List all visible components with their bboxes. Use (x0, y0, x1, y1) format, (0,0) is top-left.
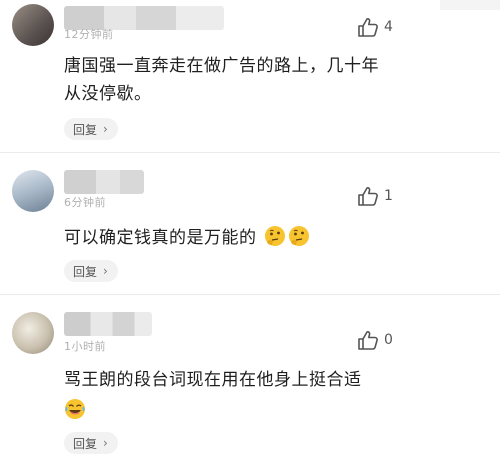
chevron-right-icon: › (103, 122, 108, 136)
comment-text: 可以确定钱真的是万能的 (64, 224, 464, 252)
comment-text: 唐国强一直奔走在做广告的路上，几十年从没停歇。 (64, 56, 379, 104)
comment-text: 骂王朗的段台词现在用在他身上挺合适 (64, 366, 404, 425)
chevron-right-icon: › (103, 264, 108, 278)
username-blurred[interactable] (64, 170, 144, 194)
comment-divider (0, 152, 500, 153)
avatar[interactable] (12, 4, 54, 46)
like-count: 1 (384, 188, 393, 204)
reply-label: 回复 (73, 264, 98, 279)
top-right-overlay (440, 0, 500, 10)
reply-button[interactable]: 回复 › (64, 118, 118, 140)
like-button[interactable]: 1 (357, 186, 393, 206)
like-count: 4 (384, 19, 393, 35)
avatar[interactable] (12, 170, 54, 212)
thumbs-up-icon (358, 331, 378, 350)
like-button[interactable]: 0 (357, 330, 393, 350)
thumbs-up-icon (358, 187, 378, 206)
comment-time: 12分钟前 (64, 28, 114, 41)
comment-divider (0, 294, 500, 295)
thumbs-up-icon (358, 18, 378, 37)
username-blurred[interactable] (64, 6, 224, 30)
thinking-face-icon (289, 226, 310, 246)
reply-button[interactable]: 回复 › (64, 432, 118, 454)
comment-time: 1小时前 (64, 340, 106, 353)
like-count: 0 (384, 332, 393, 348)
username-blurred[interactable] (64, 312, 152, 336)
avatar[interactable] (12, 312, 54, 354)
chevron-right-icon: › (103, 436, 108, 450)
thinking-face-icon (265, 226, 286, 246)
comment-text-body: 可以确定钱真的是万能的 (64, 228, 257, 248)
reply-label: 回复 (73, 122, 98, 137)
like-button[interactable]: 4 (357, 17, 393, 37)
reply-button[interactable]: 回复 › (64, 260, 118, 282)
comment-time: 6分钟前 (64, 196, 106, 209)
comment-text-body: 骂王朗的段台词现在用在他身上挺合适 (64, 370, 362, 390)
reply-label: 回复 (73, 436, 98, 451)
laughing-tears-face-icon (65, 399, 85, 419)
